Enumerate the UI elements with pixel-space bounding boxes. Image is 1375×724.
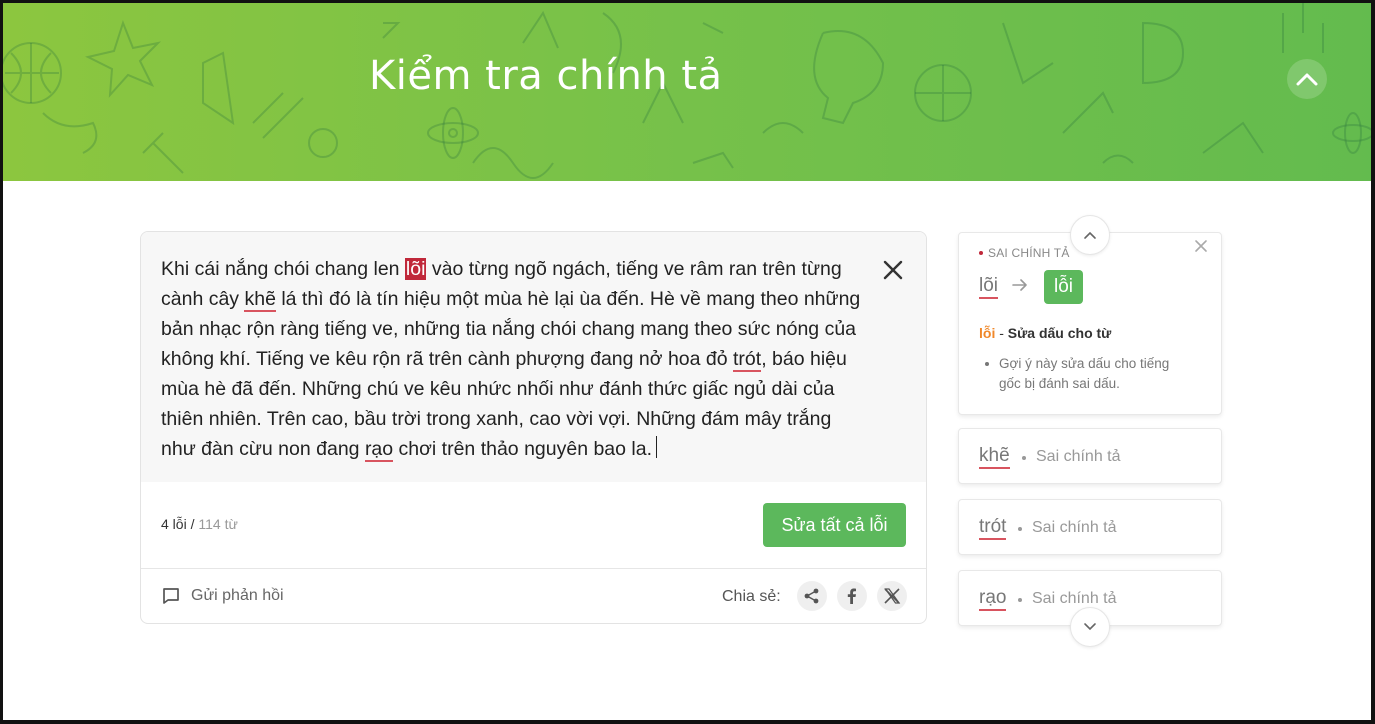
suggestion-label: Sai chính tả (1036, 448, 1121, 465)
close-icon (883, 260, 903, 280)
separator-dot (1018, 598, 1022, 602)
share-icon (804, 588, 819, 604)
separator-dot (1022, 456, 1026, 460)
x-icon (884, 588, 901, 604)
x-share-button[interactable] (877, 581, 907, 611)
text-segment: Khi cái nắng chói chang len (161, 258, 405, 280)
apply-correction-button[interactable]: lỗi (1044, 270, 1084, 304)
suggestion-desc-title: Sửa dấu cho từ (1007, 325, 1112, 341)
error-word[interactable]: rạo (364, 438, 394, 462)
error-word[interactable]: khẽ (244, 288, 276, 312)
text-editor[interactable]: Khi cái nắng chói chang len lõi vào từng… (141, 232, 926, 482)
word-count: 114 từ (194, 516, 238, 532)
share-button[interactable] (797, 581, 827, 611)
editor-content[interactable]: Khi cái nắng chói chang len lõi vào từng… (161, 254, 861, 464)
feedback-link[interactable]: Gửi phản hồi (161, 586, 284, 606)
suggestion-description: lỗi - Sửa dấu cho từ (979, 325, 1111, 341)
page-title: Kiểm tra chính tả (369, 53, 723, 99)
text-segment: chơi trên thảo nguyên bao la. (393, 438, 653, 460)
separator-dot (1018, 527, 1022, 531)
editor-card: Khi cái nắng chói chang len lõi vào từng… (140, 231, 927, 624)
active-suggestion-card[interactable]: SAI CHÍNH TẢ lõi lỗi lỗi - Sửa dấu cho t… (958, 232, 1222, 415)
feedback-label: Gửi phản hồi (191, 587, 284, 604)
chevron-down-icon (1084, 623, 1096, 631)
error-dot (979, 251, 983, 255)
suggestion-word: rạo (979, 587, 1007, 611)
suggestion-desc-word: lỗi (979, 325, 996, 341)
comment-icon (163, 588, 179, 604)
suggestion-desc-sep: - (995, 325, 1008, 341)
next-suggestion-button[interactable] (1070, 607, 1110, 647)
close-icon (1195, 240, 1207, 252)
header-banner: Kiểm tra chính tả (3, 3, 1371, 181)
suggestion-label: Sai chính tả (1032, 519, 1117, 536)
arrow-right-icon (1012, 279, 1027, 291)
active-error-word[interactable]: lõi (404, 258, 427, 280)
facebook-share-button[interactable] (837, 581, 867, 611)
page-frame: Kiểm tra chính tả Khi cái nắng chói chan… (0, 0, 1375, 724)
facebook-icon (847, 588, 856, 604)
chevron-up-icon (1296, 73, 1318, 86)
dismiss-suggestion-button[interactable] (1194, 239, 1210, 255)
suggestion-label: Sai chính tả (1032, 590, 1117, 607)
suggestion-item[interactable]: trót Sai chính tả (958, 499, 1222, 555)
collapse-header-button[interactable] (1287, 59, 1327, 99)
suggestion-word: trót (979, 516, 1007, 540)
wrong-word: lõi (979, 275, 999, 299)
chevron-up-icon (1084, 231, 1096, 239)
error-word[interactable]: trót (733, 348, 762, 372)
suggestion-type-label: SAI CHÍNH TẢ (988, 246, 1070, 260)
fix-all-button[interactable]: Sửa tất cả lỗi (763, 503, 906, 547)
text-caret (656, 436, 658, 458)
error-count: 4 lỗi / (161, 516, 195, 532)
share-label: Chia sẻ: (722, 588, 781, 605)
suggestion-item[interactable]: khẽ Sai chính tả (958, 428, 1222, 484)
suggestion-note: Gợi ý này sửa dấu cho tiếng gốc bị đánh … (985, 354, 1185, 394)
suggestion-type: SAI CHÍNH TẢ (979, 246, 1070, 260)
error-word-stats: 4 lỗi / 114 từ (161, 516, 238, 532)
suggestion-word: khẽ (979, 445, 1010, 469)
prev-suggestion-button[interactable] (1070, 215, 1110, 255)
divider (141, 568, 926, 569)
clear-text-button[interactable] (879, 256, 907, 284)
